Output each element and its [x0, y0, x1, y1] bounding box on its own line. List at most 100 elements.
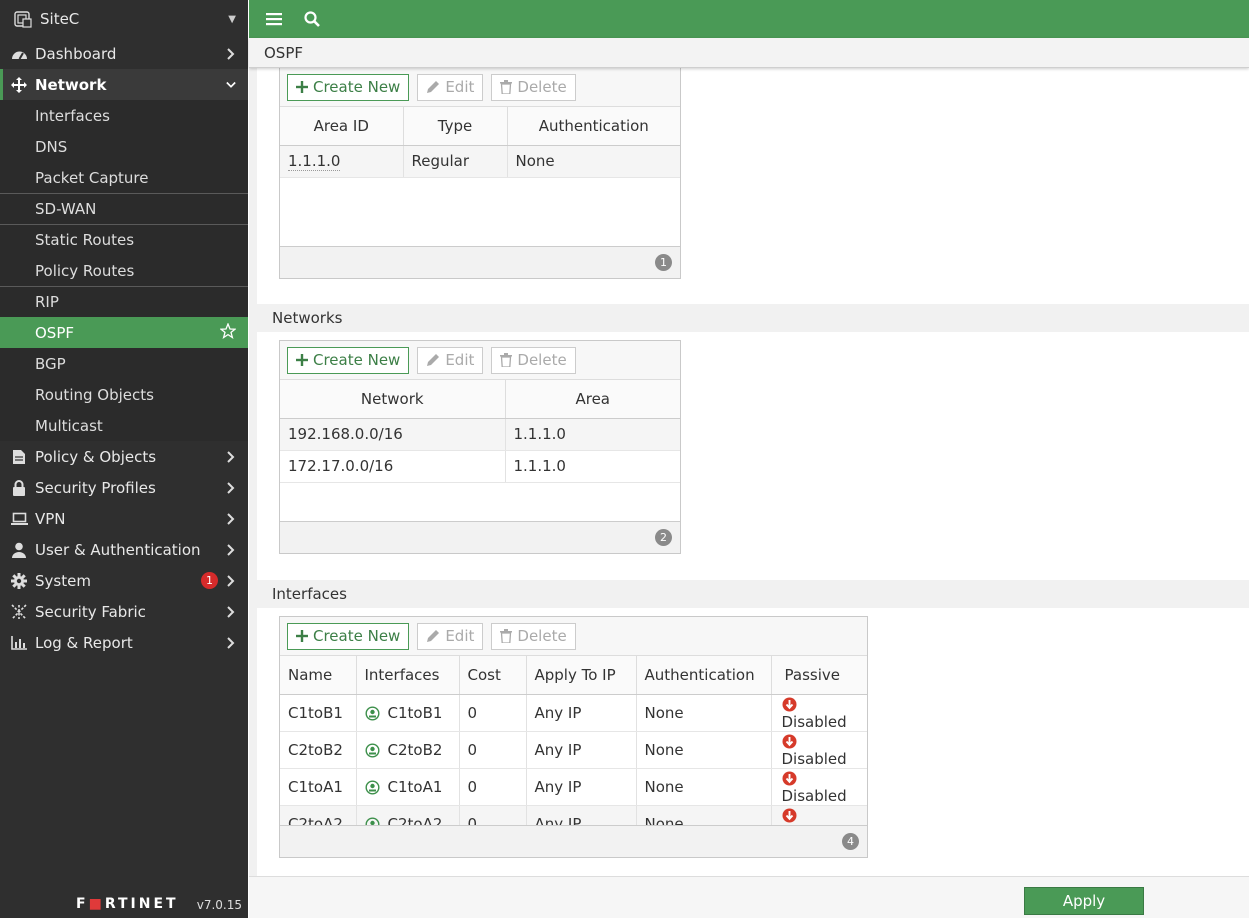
apply-button[interactable]: Apply [1024, 887, 1144, 915]
sidebar-item-rip[interactable]: RIP [0, 286, 248, 317]
sidebar-label: Packet Capture [35, 168, 149, 187]
sidebar-item-policy-objects[interactable]: Policy & Objects [0, 441, 248, 472]
delete-button[interactable]: Delete [491, 73, 576, 101]
passive-cell: Disabled [771, 768, 867, 806]
network-cell: 172.17.0.0/16 [280, 450, 506, 483]
sidebar-label: BGP [35, 354, 66, 373]
sidebar-item-sdwan[interactable]: SD-WAN [0, 193, 248, 224]
interface-cell: C1toB1 [356, 694, 460, 732]
area-id[interactable]: 1.1.1.0 [288, 152, 341, 171]
sidebar-item-log-report[interactable]: Log & Report [0, 627, 248, 658]
create-new-button[interactable]: Create New [287, 622, 410, 650]
column-header[interactable]: Area ID [280, 107, 404, 146]
table-footer: 2 [280, 521, 680, 553]
sidebar-item-ospf[interactable]: OSPF [0, 317, 248, 348]
area-cell: 1.1.1.0 [505, 418, 680, 451]
table-row[interactable]: 1.1.1.0 Regular None [280, 145, 680, 178]
sidebar-item-interfaces[interactable]: Interfaces [0, 100, 248, 131]
edit-button[interactable]: Edit [417, 73, 484, 101]
brand-text: RTINET [104, 896, 179, 912]
create-new-button[interactable]: Create New [287, 346, 410, 374]
page-title: OSPF [249, 38, 1249, 68]
sidebar-label: Security Fabric [35, 602, 146, 621]
sidebar-item-security-fabric[interactable]: Security Fabric [0, 596, 248, 627]
table-row[interactable]: 192.168.0.0/16 1.1.1.0 [280, 418, 680, 451]
sidebar-item-vpn[interactable]: VPN [0, 503, 248, 534]
areas-toolbar: Create New Edit Delete [280, 68, 680, 107]
sidebar-item-bgp[interactable]: BGP [0, 348, 248, 379]
sidebar: SiteC ▼ Dashboard Network Interfaces DNS… [0, 0, 248, 918]
table-row[interactable]: C1toA1 C1toA1 0 Any IP None Disabled [280, 768, 867, 806]
column-header[interactable]: Type [403, 107, 508, 146]
column-header[interactable]: Authentication [507, 107, 680, 146]
sidebar-item-dashboard[interactable]: Dashboard [0, 38, 248, 69]
column-header[interactable]: Network [280, 380, 506, 419]
apply-to-ip-cell: Any IP [526, 694, 637, 732]
sidebar-item-system[interactable]: System 1 [0, 565, 248, 596]
sidebar-item-routing-objects[interactable]: Routing Objects [0, 379, 248, 410]
table-row[interactable]: C2toB2 C2toB2 0 Any IP None Disabled [280, 731, 867, 769]
user-icon [10, 541, 28, 559]
sidebar-label: RIP [35, 293, 59, 311]
table-row[interactable]: C1toB1 C1toB1 0 Any IP None Disabled [280, 694, 867, 732]
passive-cell: Disabled [771, 694, 867, 732]
plus-icon [296, 81, 308, 93]
column-header[interactable]: Area [505, 380, 680, 419]
pencil-icon [426, 353, 440, 367]
areas-panel: Create New Edit Delete Area ID Type Auth… [279, 68, 681, 279]
interfaces-panel: Create New Edit Delete Name Interfaces C… [279, 616, 868, 858]
delete-button[interactable]: Delete [491, 622, 576, 650]
bottom-bar: Apply [249, 876, 1249, 918]
network-icon [10, 76, 28, 94]
gear-icon [10, 572, 28, 590]
column-header[interactable]: Passive [771, 656, 867, 695]
sidebar-item-policy-routes[interactable]: Policy Routes [0, 255, 248, 286]
trash-icon [500, 80, 513, 94]
create-new-button[interactable]: Create New [287, 73, 410, 101]
column-header[interactable]: Interfaces [356, 656, 460, 695]
interface-port-icon [364, 742, 380, 758]
sidebar-item-security-profiles[interactable]: Security Profiles [0, 472, 248, 503]
authentication-cell: None [636, 768, 772, 806]
edit-button[interactable]: Edit [417, 346, 484, 374]
delete-button[interactable]: Delete [491, 346, 576, 374]
column-header[interactable]: Apply To IP [526, 656, 637, 695]
column-header[interactable]: Authentication [636, 656, 772, 695]
sidebar-footer: F■RTINET v7.0.15 [0, 882, 248, 918]
button-label: Delete [517, 78, 567, 96]
button-label: Delete [517, 351, 567, 369]
sidebar-label: Security Profiles [35, 478, 156, 497]
button-label: Edit [445, 627, 475, 645]
sidebar-label: Dashboard [35, 44, 117, 63]
search-icon[interactable] [299, 6, 325, 32]
edit-button[interactable]: Edit [417, 622, 484, 650]
sidebar-label: OSPF [35, 323, 75, 342]
passive-status: Disabled [781, 786, 847, 805]
dashboard-icon [10, 45, 28, 63]
column-header[interactable]: Name [280, 656, 357, 695]
device-selector[interactable]: SiteC ▼ [0, 0, 248, 38]
interface-name: C1toA1 [387, 777, 443, 796]
sidebar-item-dns[interactable]: DNS [0, 131, 248, 162]
plus-icon [296, 630, 308, 642]
section-title: Interfaces [257, 580, 1249, 608]
trash-icon [500, 353, 513, 367]
sidebar-item-static-routes[interactable]: Static Routes [0, 224, 248, 255]
hamburger-menu-icon[interactable] [261, 6, 287, 32]
column-header[interactable]: Cost [459, 656, 527, 695]
notification-badge: 1 [201, 572, 218, 589]
ospf-interface-name: C1toB1 [280, 694, 357, 732]
sidebar-label: System [35, 571, 91, 590]
fortigate-device-icon [14, 11, 32, 28]
sidebar-item-multicast[interactable]: Multicast [0, 410, 248, 441]
authentication-cell: None [636, 694, 772, 732]
sidebar-item-user-auth[interactable]: User & Authentication [0, 534, 248, 565]
star-icon[interactable] [219, 321, 237, 343]
passive-status: Disabled [781, 749, 847, 768]
sidebar-item-network[interactable]: Network [0, 69, 248, 100]
networks-panel: Create New Edit Delete Network Area 192.… [279, 340, 681, 554]
table-row[interactable]: 172.17.0.0/16 1.1.1.0 [280, 450, 680, 483]
sidebar-item-packet-capture[interactable]: Packet Capture [0, 162, 248, 193]
sidebar-label: Policy & Objects [35, 447, 157, 466]
interface-port-icon [364, 705, 380, 721]
